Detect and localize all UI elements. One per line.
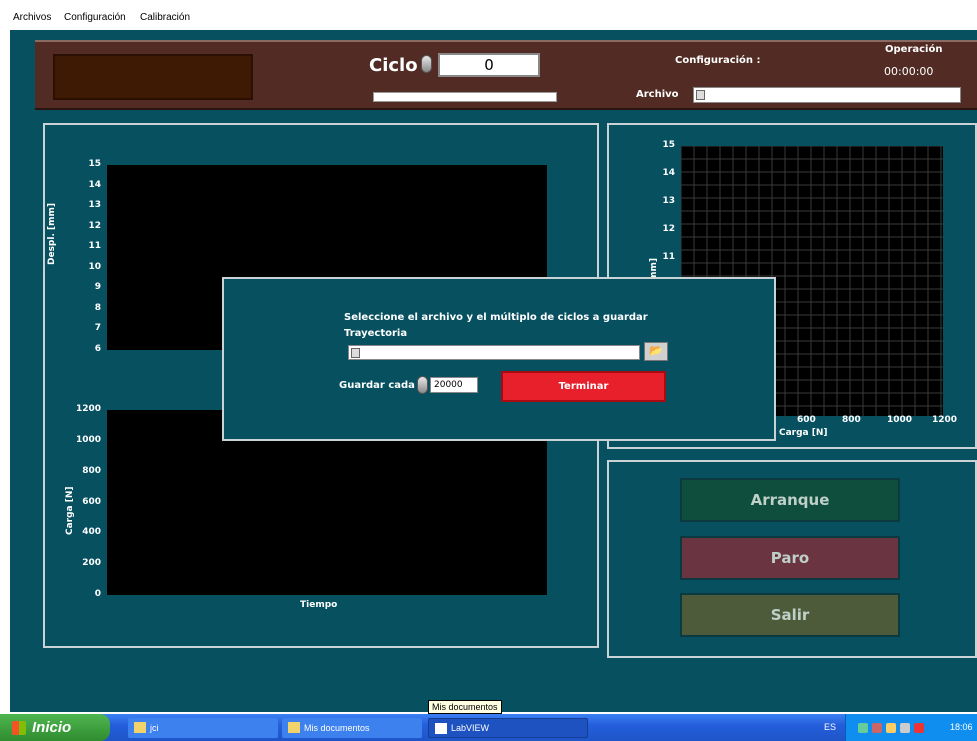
tray-alert-icon[interactable] (914, 723, 924, 733)
task-labview-label: LabVIEW (451, 723, 490, 733)
ciclo-label: Ciclo (369, 55, 418, 76)
menu-configuracion[interactable]: Configuración (64, 12, 126, 23)
y-tick-label: 0 (94, 589, 101, 599)
menu-calibracion[interactable]: Calibración (140, 12, 190, 23)
y-tick-label: 14 (662, 168, 675, 178)
windows-logo-icon (12, 720, 26, 735)
guardar-cada-field[interactable]: 20000 (430, 377, 478, 393)
y-tick-label: 13 (88, 200, 101, 211)
tray-volume-icon[interactable] (886, 723, 896, 733)
paro-button[interactable]: Paro (680, 536, 900, 580)
archivo-path-field[interactable] (693, 87, 961, 103)
ciclo-progress-bar (373, 92, 557, 102)
trayectoria-path-field[interactable] (348, 345, 640, 360)
task-labview[interactable]: LabVIEW (428, 718, 588, 738)
ciclo-value: 0 (438, 53, 540, 77)
language-indicator[interactable]: ES (824, 722, 836, 732)
menu-archivos[interactable]: Archivos (13, 12, 51, 23)
y-tick-label: 13 (662, 196, 675, 206)
y-tick-label: 15 (662, 140, 675, 150)
xy-x-label: Carga [N] (779, 428, 828, 438)
guardar-spinner[interactable] (417, 376, 428, 394)
y-tick-label: 11 (88, 241, 101, 252)
task-mis-documentos-label: Mis documentos (304, 723, 370, 733)
y-tick-label: 8 (94, 302, 101, 313)
start-button[interactable]: Inicio (0, 714, 110, 741)
salir-button[interactable]: Salir (680, 593, 900, 637)
y-tick-label: 200 (82, 558, 101, 569)
folder-icon (288, 722, 300, 733)
task-jci-label: jci (150, 723, 159, 733)
x-tick-label: 600 (797, 415, 816, 425)
x-tick-label: 800 (842, 415, 861, 425)
y-tick-label: 1000 (75, 434, 101, 445)
operacion-time: 00:00:00 (884, 65, 934, 78)
carga-y-label: Carga [N] (65, 486, 75, 535)
clock: 18:06 (950, 722, 973, 732)
tray-security-icon[interactable] (872, 723, 882, 733)
system-tray: 18:06 (845, 714, 977, 741)
status-display (53, 54, 253, 100)
ciclo-spinner[interactable] (421, 55, 432, 73)
x-tick-label: 1000 (887, 415, 913, 425)
arranque-button[interactable]: Arranque (680, 478, 900, 522)
taskbar-tooltip: Mis documentos (428, 700, 502, 714)
labview-icon (435, 723, 447, 734)
x-tick-label: 1200 (932, 415, 958, 425)
task-mis-documentos[interactable]: Mis documentos (282, 718, 422, 738)
y-tick-label: 6 (94, 344, 101, 354)
y-tick-label: 12 (88, 220, 101, 231)
operacion-label: Operación (885, 44, 943, 55)
desplazamiento-y-label: Despl. [mm] (47, 203, 57, 265)
archivo-label: Archivo (636, 89, 679, 100)
guardar-cada-label: Guardar cada (339, 380, 415, 391)
tray-network-icon[interactable] (858, 723, 868, 733)
y-tick-label: 1200 (75, 404, 101, 414)
dialog-title: Seleccione el archivo y el múltiplo de c… (344, 312, 648, 323)
y-tick-label: 12 (662, 224, 675, 234)
browse-folder-icon[interactable]: 📂 (644, 342, 668, 361)
menu-bar: Archivos Configuración Calibración (0, 0, 977, 30)
path-icon (351, 348, 360, 358)
y-tick-label: 7 (94, 323, 101, 334)
y-tick-label: 9 (94, 282, 101, 293)
header-bar: Ciclo 0 Configuración : Operación 00:00:… (35, 40, 977, 110)
carga-x-label: Tiempo (300, 600, 338, 610)
taskbar: Inicio jci Mis documentos LabVIEW ES 18:… (0, 714, 977, 741)
save-dialog: Seleccione el archivo y el múltiplo de c… (222, 277, 776, 441)
y-tick-label: 15 (88, 159, 101, 169)
task-jci[interactable]: jci (128, 718, 278, 738)
path-icon (696, 90, 705, 100)
terminar-button[interactable]: Terminar (501, 371, 666, 402)
y-tick-label: 10 (88, 261, 101, 272)
trayectoria-label: Trayectoria (344, 328, 408, 339)
folder-icon (134, 722, 146, 733)
tray-app-icon[interactable] (900, 723, 910, 733)
y-tick-label: 14 (88, 179, 101, 190)
configuracion-label: Configuración : (675, 55, 761, 66)
start-label: Inicio (32, 719, 72, 736)
